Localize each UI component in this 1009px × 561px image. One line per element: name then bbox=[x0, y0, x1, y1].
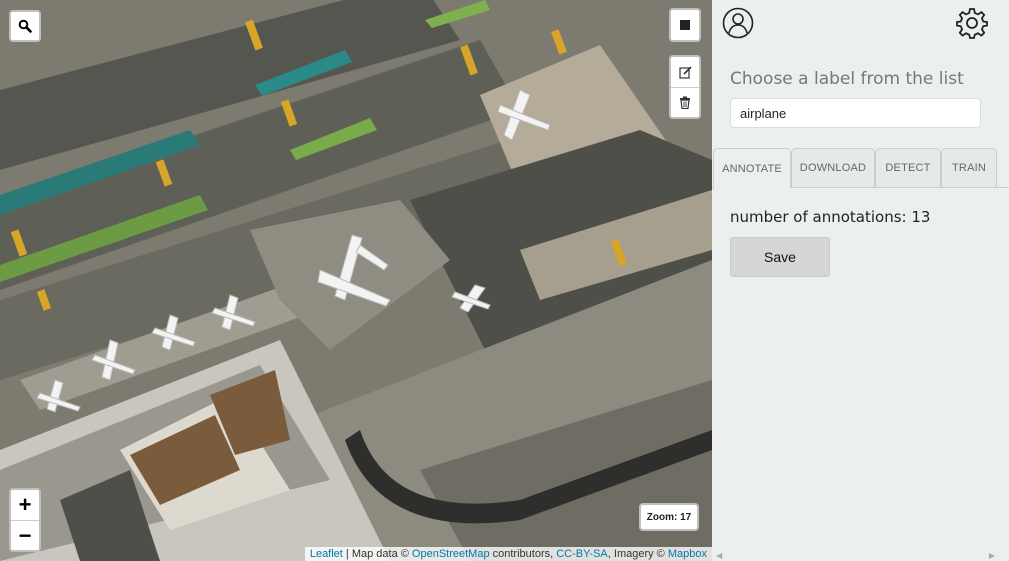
attribution-text: contributors, bbox=[489, 548, 557, 560]
search-button[interactable] bbox=[11, 12, 39, 40]
delete-layers-button[interactable] bbox=[671, 87, 699, 117]
zoom-in-button[interactable]: + bbox=[11, 490, 39, 520]
edit-layers-button[interactable] bbox=[671, 57, 699, 87]
map-search-control[interactable] bbox=[9, 10, 41, 42]
scroll-right-icon[interactable]: ▶ bbox=[989, 551, 995, 560]
user-icon bbox=[722, 7, 754, 39]
scroll-left-icon[interactable]: ◀ bbox=[716, 551, 722, 560]
attribution-text: | Map data © bbox=[342, 548, 412, 560]
license-link[interactable]: CC-BY-SA bbox=[556, 548, 608, 560]
zoom-level-display: Zoom: 17 bbox=[639, 503, 699, 531]
map-view[interactable]: + − Zoom: 17 Leaflet | Map data © OpenSt… bbox=[0, 0, 712, 561]
label-heading: Choose a label from the list bbox=[730, 69, 964, 89]
openstreetmap-link[interactable]: OpenStreetMap bbox=[412, 548, 490, 560]
user-account-button[interactable] bbox=[722, 7, 754, 39]
zoom-out-button[interactable]: − bbox=[11, 520, 39, 550]
label-input[interactable] bbox=[730, 98, 981, 128]
satellite-imagery bbox=[0, 0, 712, 561]
search-icon bbox=[18, 19, 32, 33]
horizontal-scrollbar[interactable]: ◀ ▶ bbox=[712, 549, 1009, 561]
square-icon bbox=[680, 20, 690, 30]
trash-icon bbox=[680, 96, 690, 109]
settings-button[interactable] bbox=[956, 7, 988, 39]
tab-download[interactable]: DOWNLOAD bbox=[791, 148, 875, 188]
annotation-count: number of annotations: 13 bbox=[730, 208, 931, 226]
gear-icon bbox=[956, 8, 988, 39]
tab-bar: ANNOTATE DOWNLOAD DETECT TRAIN bbox=[712, 148, 1009, 189]
edit-icon bbox=[678, 65, 692, 79]
draw-toolbar[interactable] bbox=[669, 8, 701, 42]
sidebar: Choose a label from the list ANNOTATE DO… bbox=[712, 0, 1009, 561]
attribution-text: , Imagery © bbox=[607, 548, 668, 560]
zoom-control[interactable]: + − bbox=[9, 488, 41, 552]
mapbox-link[interactable]: Mapbox bbox=[668, 548, 707, 560]
leaflet-link[interactable]: Leaflet bbox=[310, 548, 343, 560]
draw-rectangle-button[interactable] bbox=[671, 10, 699, 40]
tab-detect[interactable]: DETECT bbox=[875, 148, 941, 188]
tab-train[interactable]: TRAIN bbox=[941, 148, 997, 188]
save-button[interactable]: Save bbox=[730, 237, 830, 277]
tab-annotate[interactable]: ANNOTATE bbox=[713, 148, 791, 189]
map-attribution: Leaflet | Map data © OpenStreetMap contr… bbox=[304, 547, 712, 561]
edit-toolbar[interactable] bbox=[669, 55, 701, 119]
